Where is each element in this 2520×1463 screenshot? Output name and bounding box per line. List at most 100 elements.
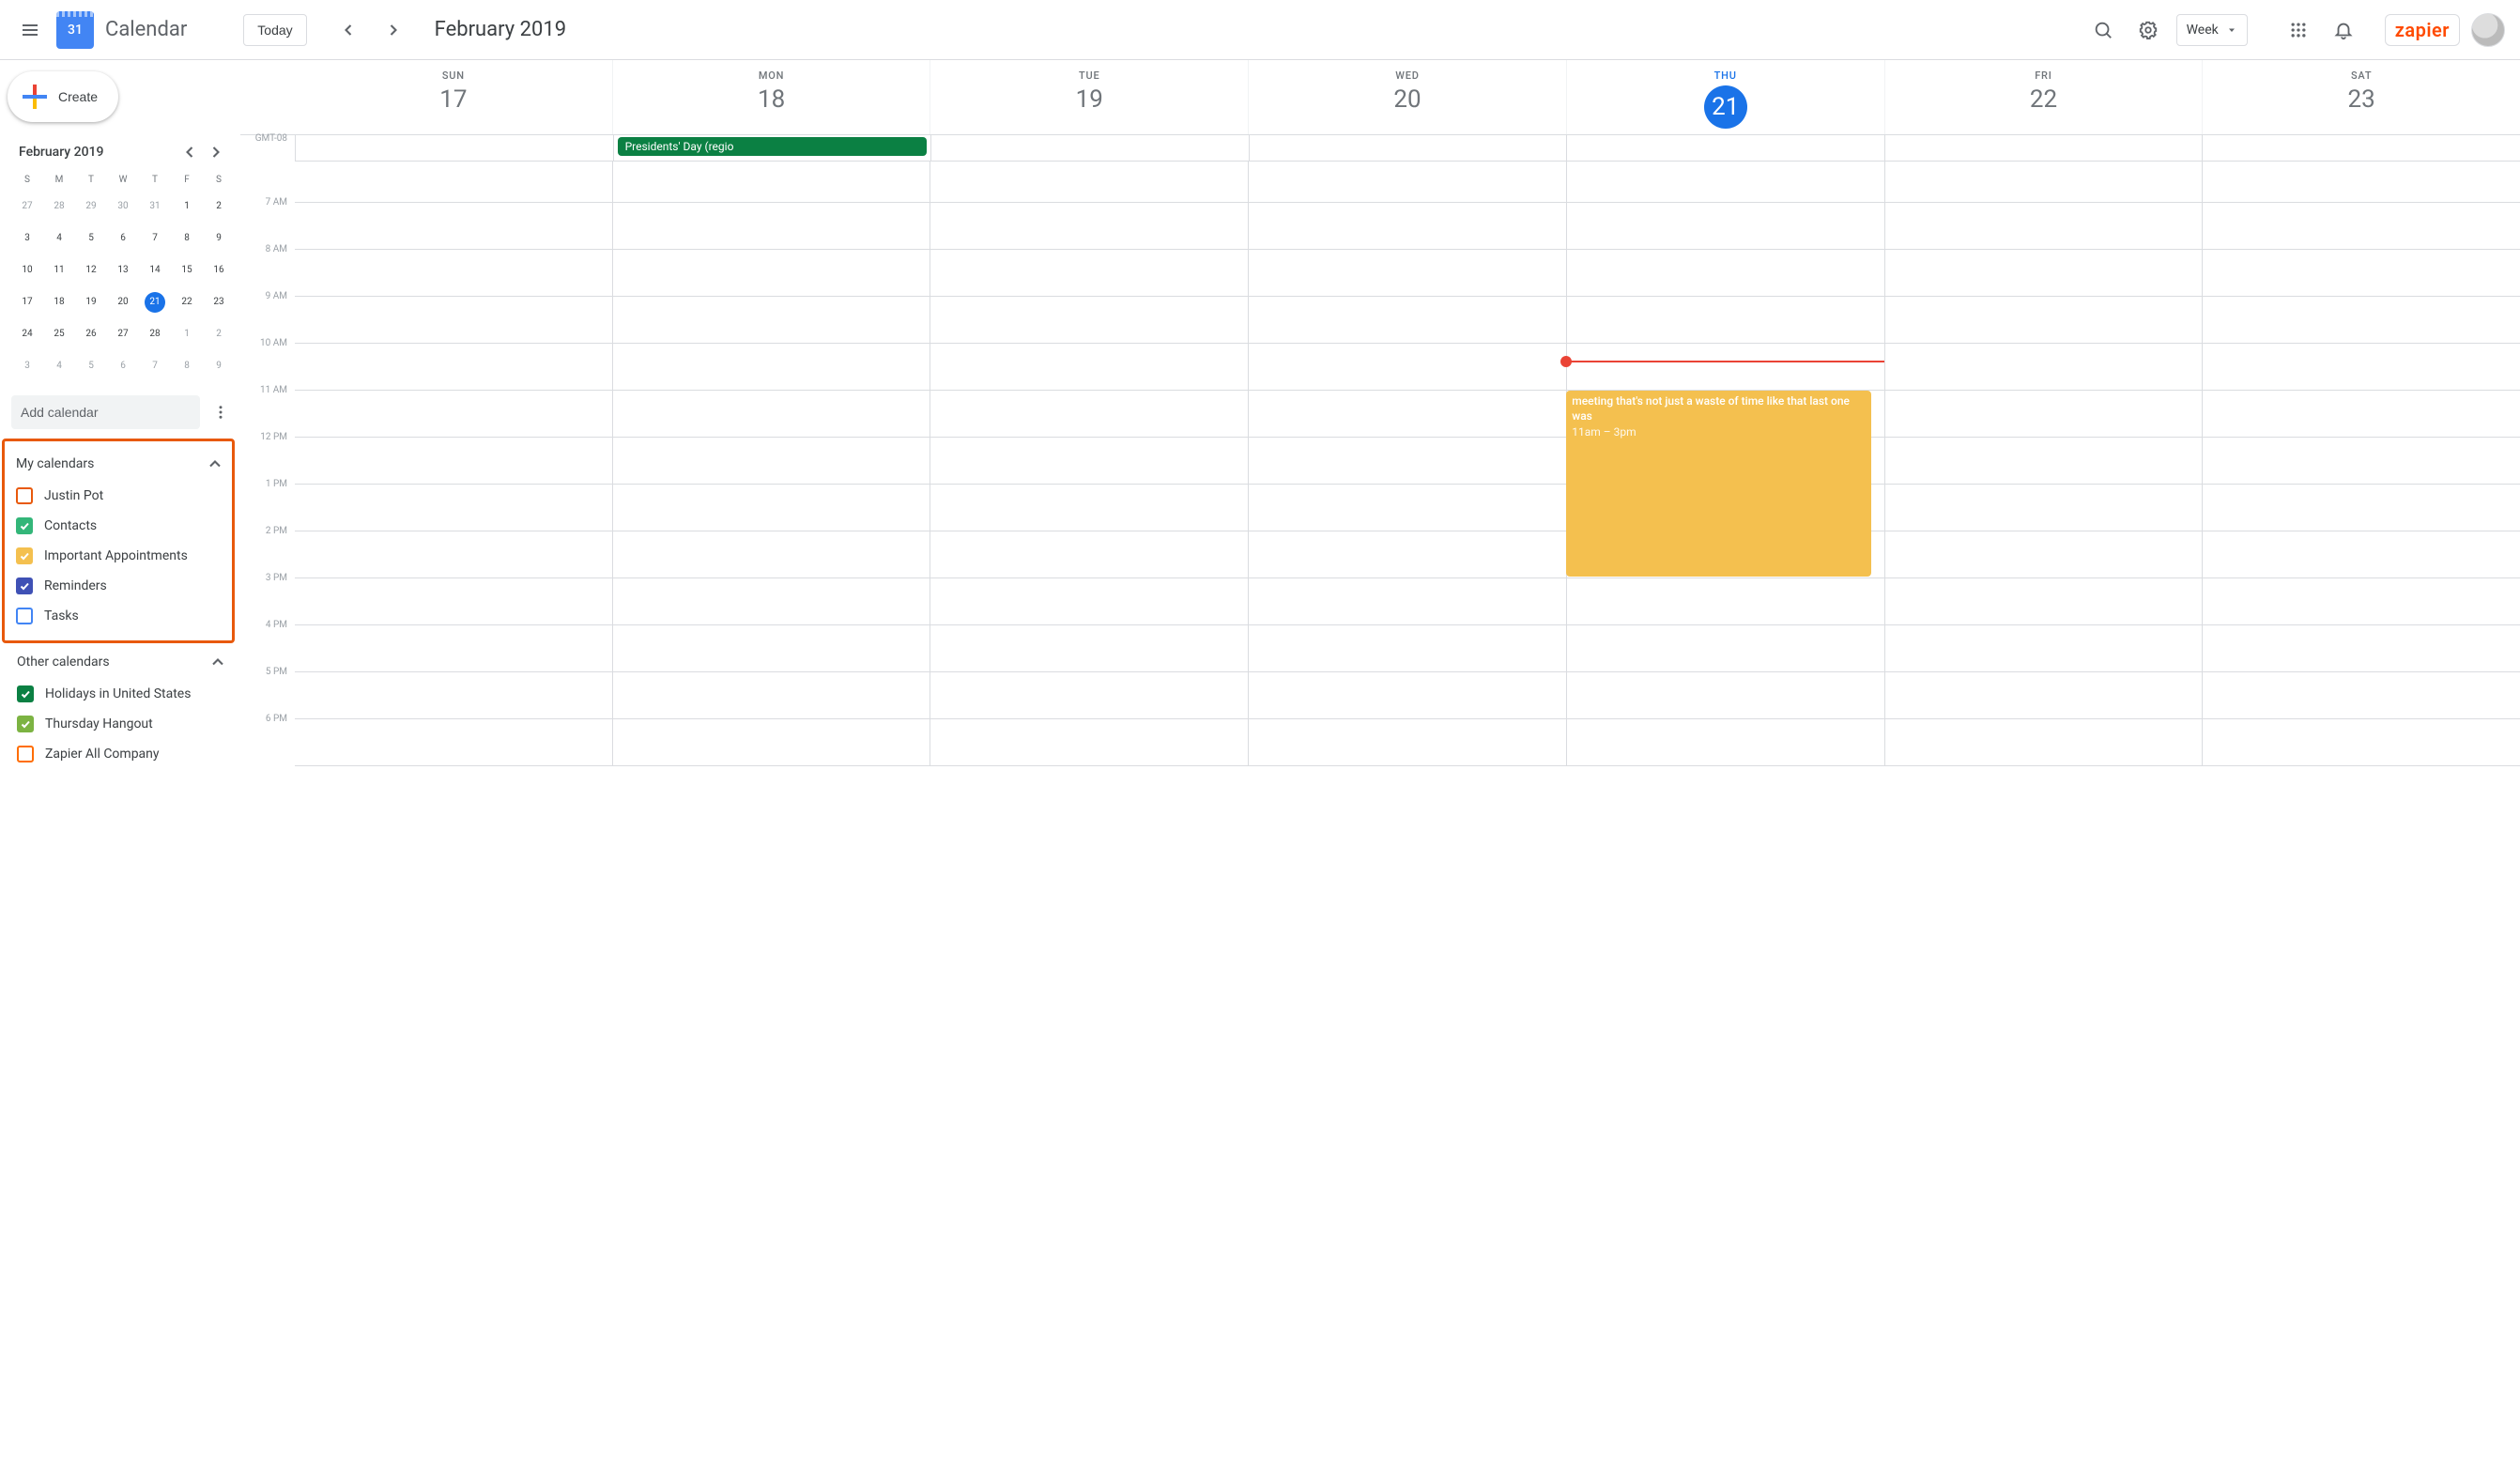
time-cell[interactable] — [2202, 578, 2520, 624]
time-cell[interactable] — [930, 344, 1248, 390]
time-cell[interactable] — [295, 672, 612, 718]
time-cell[interactable] — [612, 203, 930, 249]
time-cell[interactable] — [1566, 719, 1884, 765]
time-cell[interactable] — [295, 578, 612, 624]
create-button[interactable]: Create — [8, 71, 118, 122]
day-header[interactable]: THU 21 — [1566, 60, 1884, 134]
time-cell[interactable] — [1884, 391, 2203, 437]
mini-day[interactable]: 6 — [107, 223, 139, 254]
calendar-checkbox[interactable] — [16, 487, 33, 504]
day-header[interactable]: SUN 17 — [295, 60, 612, 134]
mini-day[interactable]: 29 — [75, 191, 107, 223]
mini-day[interactable]: 2 — [203, 191, 235, 223]
allday-cell[interactable] — [1249, 135, 1567, 162]
time-cell[interactable] — [1566, 297, 1884, 343]
mini-day[interactable]: 28 — [139, 318, 171, 350]
time-cell[interactable] — [1566, 344, 1884, 390]
time-cell[interactable] — [930, 719, 1248, 765]
mini-day[interactable]: 18 — [43, 286, 75, 318]
calendar-item[interactable]: Tasks — [12, 601, 230, 631]
time-cell[interactable] — [612, 438, 930, 484]
time-cell[interactable] — [1884, 250, 2203, 296]
mini-next-button[interactable] — [203, 139, 229, 165]
mini-day[interactable]: 14 — [139, 254, 171, 286]
time-cell[interactable] — [295, 485, 612, 531]
add-calendar-menu-icon[interactable] — [206, 397, 235, 427]
time-cell[interactable] — [1248, 672, 1566, 718]
time-cell[interactable] — [2202, 719, 2520, 765]
calendar-item[interactable]: Contacts — [12, 511, 230, 541]
time-cell[interactable] — [1248, 578, 1566, 624]
time-cell[interactable] — [1884, 485, 2203, 531]
time-cell[interactable] — [2202, 531, 2520, 578]
time-cell[interactable] — [295, 203, 612, 249]
mini-prev-button[interactable] — [177, 139, 203, 165]
time-cell[interactable] — [1248, 162, 1566, 202]
time-cell[interactable] — [930, 203, 1248, 249]
calendar-item[interactable]: Justin Pot — [12, 481, 230, 511]
calendar-item[interactable]: Zapier All Company — [13, 739, 233, 769]
today-button[interactable]: Today — [243, 14, 306, 46]
calendar-item[interactable]: Thursday Hangout — [13, 709, 233, 739]
time-cell[interactable] — [2202, 485, 2520, 531]
time-cell[interactable] — [1884, 162, 2203, 202]
time-cell[interactable] — [295, 297, 612, 343]
calendar-checkbox[interactable] — [16, 517, 33, 534]
time-cell[interactable] — [1884, 578, 2203, 624]
time-cell[interactable] — [612, 531, 930, 578]
mini-day[interactable]: 28 — [43, 191, 75, 223]
time-cell[interactable] — [612, 162, 930, 202]
time-cell[interactable] — [295, 531, 612, 578]
mini-day[interactable]: 2 — [203, 318, 235, 350]
time-cell[interactable] — [2202, 297, 2520, 343]
time-cell[interactable] — [1248, 531, 1566, 578]
prev-period-button[interactable] — [326, 8, 371, 53]
mini-day[interactable]: 3 — [11, 350, 43, 382]
time-cell[interactable] — [295, 344, 612, 390]
time-cell[interactable] — [612, 719, 930, 765]
time-cell[interactable] — [930, 391, 1248, 437]
mini-day[interactable]: 9 — [203, 350, 235, 382]
time-cell[interactable] — [1248, 485, 1566, 531]
time-cell[interactable] — [612, 391, 930, 437]
day-header[interactable]: MON 18 — [612, 60, 930, 134]
time-cell[interactable] — [295, 391, 612, 437]
time-grid[interactable]: 7 AM8 AM9 AM10 AM11 AM12 PM1 PM2 PM3 PM4… — [240, 162, 2520, 766]
time-cell[interactable] — [1248, 719, 1566, 765]
allday-cell[interactable] — [930, 135, 1249, 162]
view-select[interactable]: Week — [2176, 14, 2248, 46]
day-header[interactable]: TUE 19 — [930, 60, 1248, 134]
day-header[interactable]: WED 20 — [1248, 60, 1566, 134]
mini-day[interactable]: 19 — [75, 286, 107, 318]
my-calendars-toggle[interactable]: My calendars — [12, 451, 230, 481]
time-cell[interactable] — [1884, 672, 2203, 718]
time-cell[interactable] — [1248, 250, 1566, 296]
mini-day[interactable]: 15 — [171, 254, 203, 286]
next-period-button[interactable] — [371, 8, 416, 53]
time-cell[interactable] — [612, 297, 930, 343]
time-cell[interactable] — [2202, 203, 2520, 249]
notifications-icon[interactable] — [2321, 8, 2366, 53]
calendar-item[interactable]: Reminders — [12, 571, 230, 601]
time-cell[interactable] — [612, 625, 930, 671]
mini-day[interactable]: 6 — [107, 350, 139, 382]
calendar-checkbox[interactable] — [16, 578, 33, 594]
time-cell[interactable] — [2202, 162, 2520, 202]
add-calendar-input[interactable] — [11, 395, 200, 429]
time-cell[interactable] — [1248, 203, 1566, 249]
mini-day[interactable]: 31 — [139, 191, 171, 223]
time-cell[interactable] — [1566, 672, 1884, 718]
mini-day[interactable]: 1 — [171, 191, 203, 223]
time-cell[interactable] — [930, 297, 1248, 343]
settings-icon[interactable] — [2126, 8, 2171, 53]
calendar-item[interactable]: Holidays in United States — [13, 679, 233, 709]
time-cell[interactable] — [1248, 438, 1566, 484]
mini-day[interactable]: 27 — [11, 191, 43, 223]
time-cell[interactable] — [295, 438, 612, 484]
calendar-checkbox[interactable] — [16, 547, 33, 564]
time-cell[interactable] — [1884, 625, 2203, 671]
time-cell[interactable] — [2202, 391, 2520, 437]
allday-cell[interactable] — [1884, 135, 2203, 162]
calendar-event[interactable]: meeting that's not just a waste of time … — [1566, 391, 1871, 577]
time-cell[interactable] — [930, 625, 1248, 671]
